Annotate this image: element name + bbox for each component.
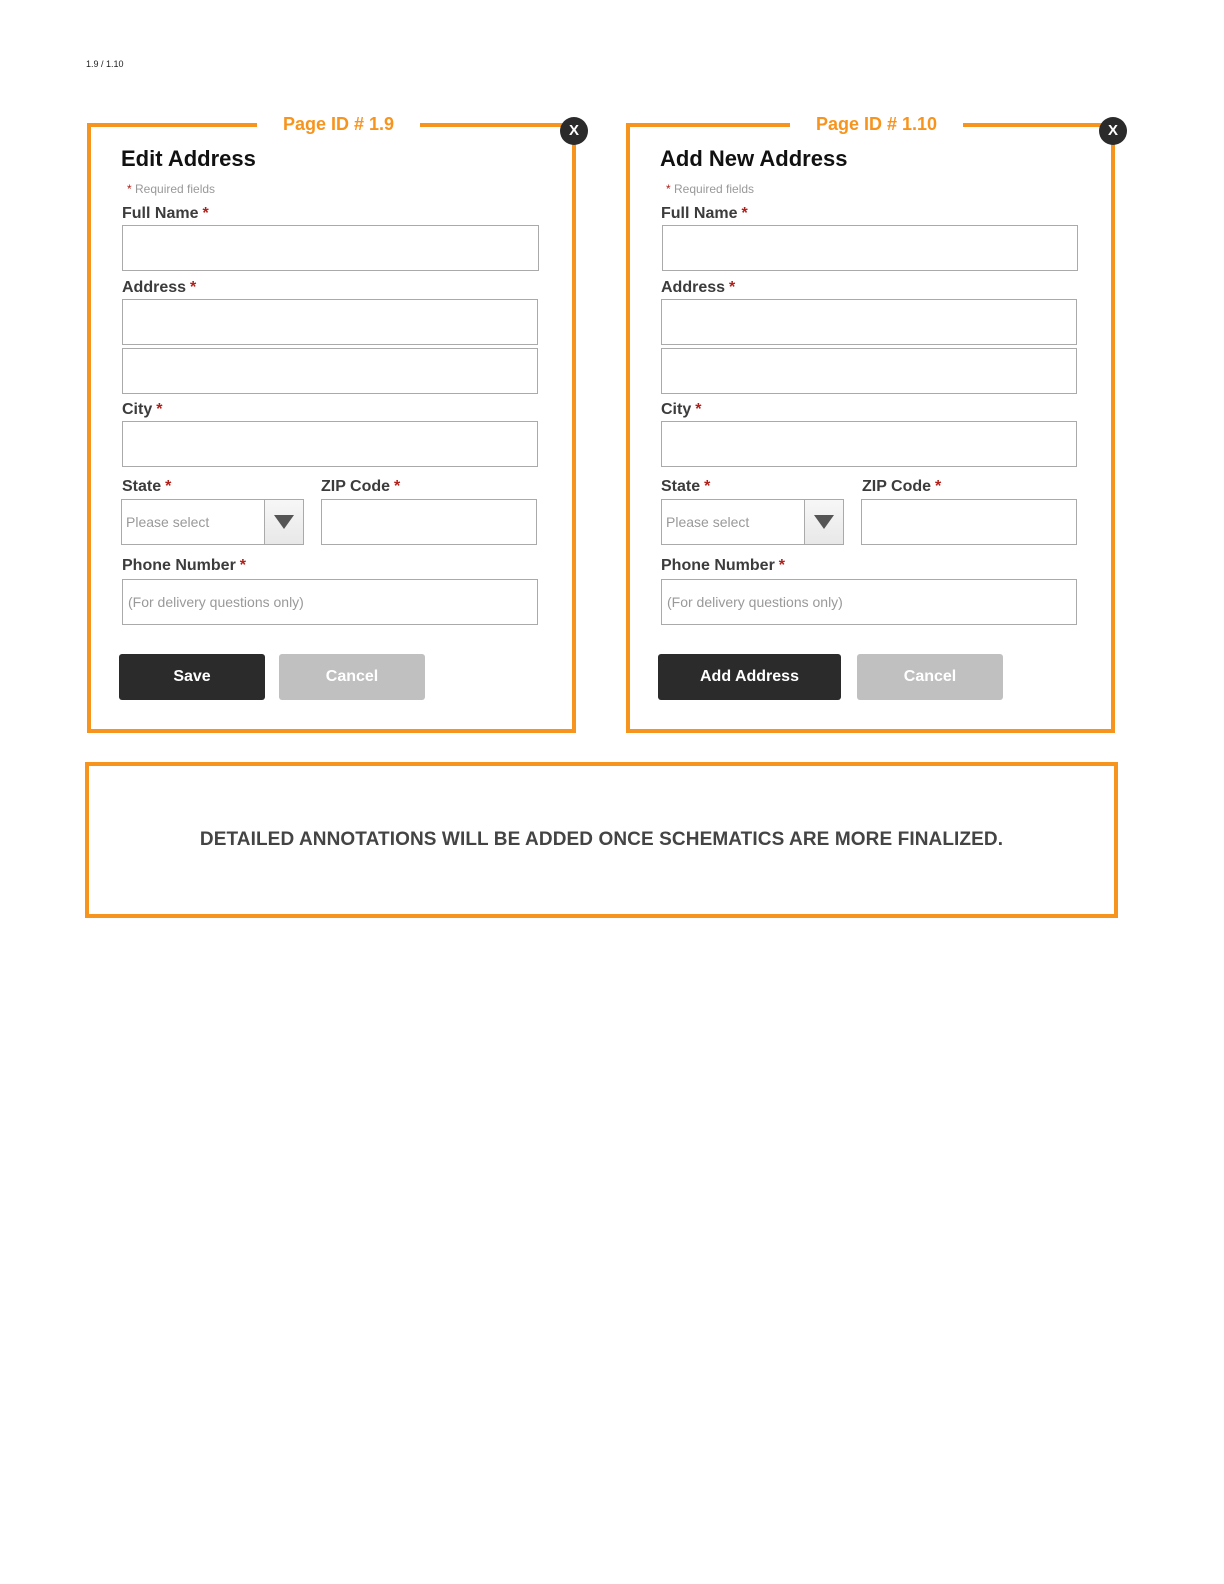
zip-input[interactable] bbox=[861, 499, 1077, 545]
city-label-text: City bbox=[122, 401, 153, 418]
add-address-button[interactable]: Add Address bbox=[658, 654, 841, 700]
close-button[interactable]: X bbox=[1099, 117, 1127, 145]
required-star: * bbox=[695, 401, 702, 418]
state-select[interactable]: Please select bbox=[661, 499, 844, 545]
address-line2-input[interactable] bbox=[661, 348, 1077, 394]
full-name-input[interactable] bbox=[122, 225, 539, 271]
full-name-label-text: Full Name bbox=[661, 205, 738, 222]
address-label-text: Address bbox=[122, 279, 187, 296]
state-label: State * bbox=[661, 478, 710, 496]
required-star: * bbox=[156, 401, 163, 418]
close-icon: X bbox=[568, 122, 579, 139]
phone-placeholder: (For delivery questions only) bbox=[128, 594, 304, 610]
full-name-label-text: Full Name bbox=[122, 205, 199, 222]
address-line2-input[interactable] bbox=[122, 348, 538, 394]
state-dropdown-button[interactable] bbox=[804, 500, 843, 544]
required-star: * bbox=[741, 205, 748, 222]
city-input[interactable] bbox=[661, 421, 1077, 467]
zip-label-text: ZIP Code bbox=[321, 478, 391, 495]
form-title: Edit Address bbox=[121, 146, 256, 171]
required-star: * bbox=[666, 182, 671, 196]
zip-input[interactable] bbox=[321, 499, 537, 545]
city-label: City * bbox=[122, 401, 162, 419]
required-star: * bbox=[165, 478, 172, 495]
zip-label-text: ZIP Code bbox=[862, 478, 932, 495]
phone-input[interactable]: (For delivery questions only) bbox=[661, 579, 1077, 625]
required-star: * bbox=[202, 205, 209, 222]
phone-label-text: Phone Number bbox=[661, 557, 775, 574]
state-select[interactable]: Please select bbox=[121, 499, 304, 545]
page-id-label: Page ID # 1.10 bbox=[790, 111, 964, 137]
annotation-text: DETAILED ANNOTATIONS WILL BE ADDED ONCE … bbox=[199, 829, 1004, 850]
state-select-value: Please select bbox=[666, 514, 750, 530]
required-star: * bbox=[729, 279, 736, 296]
close-icon: X bbox=[1107, 122, 1118, 139]
page-reference: 1.9 / 1.10 bbox=[86, 59, 124, 69]
address-label-text: Address bbox=[661, 279, 726, 296]
state-label: State * bbox=[122, 478, 171, 496]
state-label-text: State bbox=[661, 478, 701, 495]
required-fields-note: * Required fields bbox=[666, 182, 754, 196]
save-button[interactable]: Save bbox=[119, 654, 265, 700]
city-input[interactable] bbox=[122, 421, 538, 467]
required-fields-text: Required fields bbox=[674, 182, 755, 196]
required-star: * bbox=[394, 478, 401, 495]
city-label: City * bbox=[661, 401, 701, 419]
page-id-label: Page ID # 1.9 bbox=[257, 111, 421, 137]
cancel-button[interactable]: Cancel bbox=[857, 654, 1003, 700]
required-star: * bbox=[935, 478, 942, 495]
address-line1-input[interactable] bbox=[661, 299, 1077, 345]
address-label: Address * bbox=[122, 279, 196, 297]
full-name-input[interactable] bbox=[662, 225, 1078, 271]
phone-label-text: Phone Number bbox=[122, 557, 236, 574]
state-dropdown-button[interactable] bbox=[264, 500, 303, 544]
zip-label: ZIP Code * bbox=[862, 478, 941, 496]
required-star: * bbox=[704, 478, 711, 495]
required-star: * bbox=[190, 279, 197, 296]
annotation-box: DETAILED ANNOTATIONS WILL BE ADDED ONCE … bbox=[85, 762, 1118, 918]
phone-label: Phone Number * bbox=[661, 557, 785, 575]
full-name-label: Full Name * bbox=[122, 205, 209, 223]
required-star: * bbox=[239, 557, 247, 574]
required-fields-note: * Required fields bbox=[127, 182, 215, 196]
required-star: * bbox=[127, 182, 132, 196]
form-title: Add New Address bbox=[660, 146, 848, 171]
phone-placeholder: (For delivery questions only) bbox=[667, 594, 843, 610]
chevron-down-icon bbox=[274, 515, 294, 529]
city-label-text: City bbox=[661, 401, 692, 418]
address-label: Address * bbox=[661, 279, 735, 297]
state-select-value: Please select bbox=[126, 514, 210, 530]
full-name-label: Full Name * bbox=[661, 205, 748, 223]
edit-address-frame: Page ID # 1.9 X Edit Address * Required … bbox=[87, 111, 588, 733]
phone-label: Phone Number * bbox=[122, 557, 246, 575]
state-label-text: State bbox=[122, 478, 162, 495]
required-fields-text: Required fields bbox=[135, 182, 216, 196]
phone-input[interactable]: (For delivery questions only) bbox=[122, 579, 538, 625]
cancel-button[interactable]: Cancel bbox=[279, 654, 425, 700]
zip-label: ZIP Code * bbox=[321, 478, 400, 496]
add-address-frame: Page ID # 1.10 X Add New Address * Requi… bbox=[626, 111, 1127, 733]
chevron-down-icon bbox=[814, 515, 834, 529]
required-star: * bbox=[778, 557, 786, 574]
close-button[interactable]: X bbox=[560, 117, 588, 145]
address-line1-input[interactable] bbox=[122, 299, 538, 345]
